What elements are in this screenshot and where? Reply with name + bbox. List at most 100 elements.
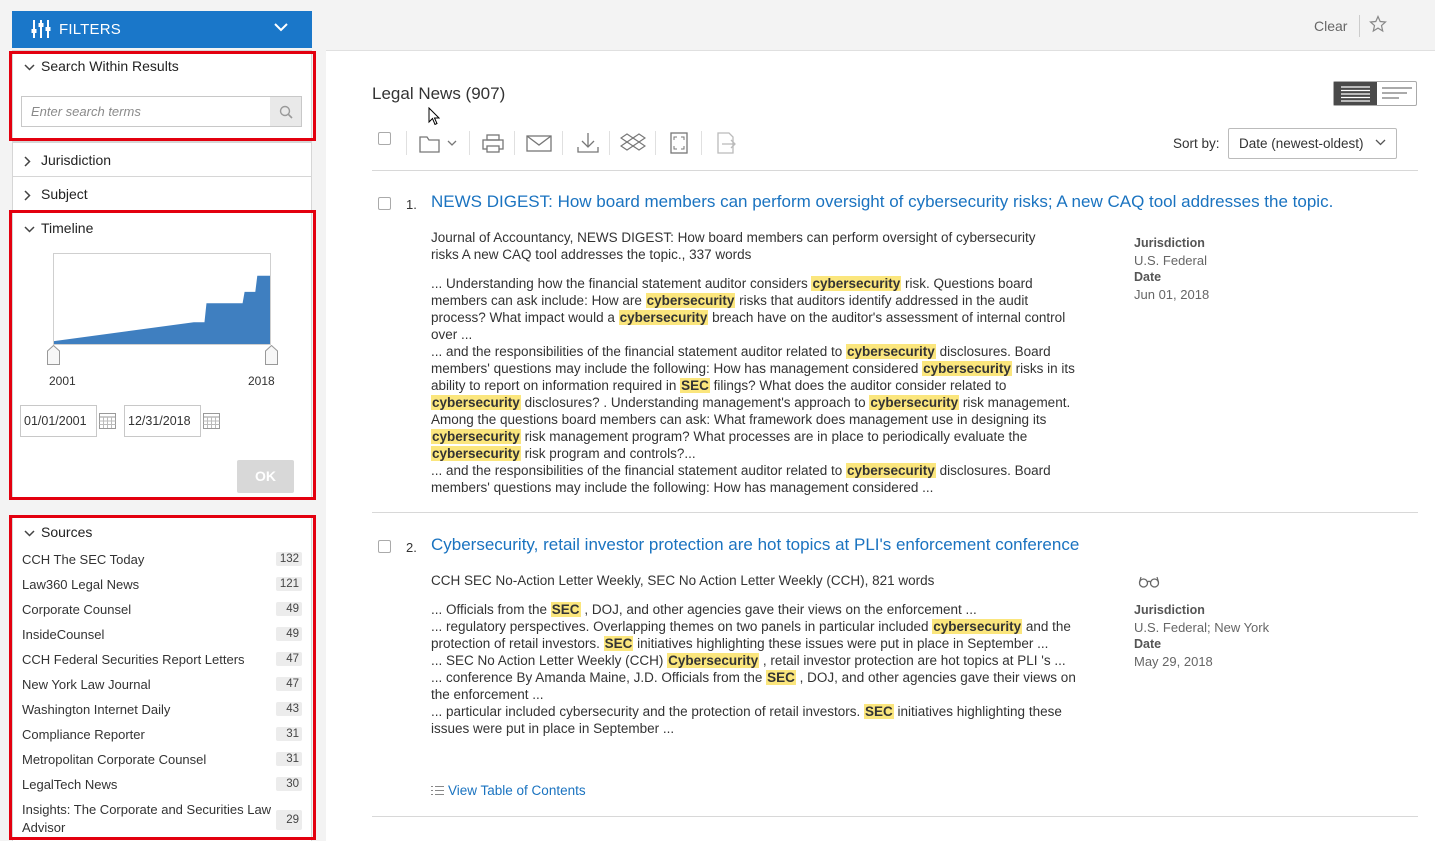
search-input[interactable] bbox=[22, 97, 270, 126]
star-icon[interactable] bbox=[1369, 15, 1387, 33]
chevron-right-icon bbox=[24, 190, 31, 201]
email-icon[interactable] bbox=[525, 130, 553, 156]
filters-toggle[interactable]: FILTERS bbox=[12, 11, 312, 48]
source-item[interactable]: Washington Internet Daily 43 bbox=[22, 702, 302, 717]
result-title-link[interactable]: NEWS DIGEST: How board members can perfo… bbox=[431, 192, 1333, 212]
jurisdiction-key: Jurisdiction bbox=[1134, 236, 1205, 250]
divider bbox=[562, 131, 563, 155]
jurisdiction-key: Jurisdiction bbox=[1134, 603, 1205, 617]
timeline-header[interactable]: Timeline bbox=[24, 220, 93, 236]
source-name: CCH Federal Securities Report Letters bbox=[22, 652, 245, 667]
result-title-link[interactable]: Cybersecurity, retail investor protectio… bbox=[431, 535, 1079, 555]
result-meta-line: risks A new CAQ tool addresses the topic… bbox=[431, 247, 752, 262]
source-item[interactable]: Metropolitan Corporate Counsel 31 bbox=[22, 752, 302, 767]
from-date-input[interactable]: 01/01/2001 bbox=[20, 405, 97, 437]
divider bbox=[701, 131, 702, 155]
list-icon bbox=[431, 786, 444, 795]
subject-label: Subject bbox=[41, 186, 88, 202]
timeline-title: Timeline bbox=[41, 220, 94, 236]
result-meta-line: Journal of Accountancy, NEWS DIGEST: How… bbox=[431, 230, 1036, 245]
chevron-down-icon bbox=[24, 64, 35, 71]
folder-icon[interactable] bbox=[418, 130, 460, 156]
jurisdiction-value: U.S. Federal; New York bbox=[1134, 620, 1270, 635]
source-item[interactable]: Compliance Reporter 31 bbox=[22, 727, 302, 742]
source-count: 43 bbox=[276, 702, 302, 716]
source-count: 121 bbox=[276, 577, 302, 591]
calendar-icon[interactable] bbox=[99, 412, 116, 429]
timeline-end-handle[interactable] bbox=[265, 345, 278, 365]
view-toc-label: View Table of Contents bbox=[448, 783, 586, 798]
search-within-header[interactable]: Search Within Results bbox=[24, 58, 179, 74]
chevron-down-icon bbox=[24, 530, 35, 537]
source-count: 31 bbox=[276, 727, 302, 741]
source-item[interactable]: CCH The SEC Today 132 bbox=[22, 552, 302, 567]
chevron-down-icon bbox=[1375, 139, 1386, 146]
filters-sidebar: FILTERS Search Within Results Jurisdicti… bbox=[0, 0, 326, 841]
result-meta: Journal of Accountancy, NEWS DIGEST: How… bbox=[431, 229, 1036, 263]
result-checkbox[interactable] bbox=[378, 540, 391, 553]
timeline-end-year: 2018 bbox=[248, 374, 275, 388]
source-name: Corporate Counsel bbox=[22, 602, 132, 617]
print-icon[interactable] bbox=[480, 130, 506, 156]
dropbox-icon[interactable] bbox=[620, 130, 646, 156]
subject-header[interactable]: Subject bbox=[24, 186, 88, 202]
source-item[interactable]: CCH Federal Securities Report Letters 47 bbox=[22, 652, 302, 667]
search-button[interactable] bbox=[270, 96, 302, 127]
timeline-area-chart bbox=[54, 275, 270, 344]
jurisdiction-label: Jurisdiction bbox=[41, 152, 112, 168]
chevron-down-icon bbox=[24, 226, 35, 233]
divider bbox=[1359, 15, 1360, 37]
view-toc-link[interactable]: View Table of Contents bbox=[431, 783, 586, 798]
source-item[interactable]: LegalTech News 30 bbox=[22, 777, 302, 792]
timeline-area bbox=[54, 275, 270, 344]
jurisdiction-header[interactable]: Jurisdiction bbox=[24, 152, 111, 168]
detail-view-button[interactable] bbox=[1377, 82, 1417, 105]
result-checkbox[interactable] bbox=[378, 197, 391, 210]
view-toggle bbox=[1333, 81, 1417, 106]
to-date-input[interactable]: 12/31/2018 bbox=[124, 405, 201, 437]
date-key: Date bbox=[1134, 637, 1162, 651]
source-item[interactable]: Law360 Legal News 121 bbox=[22, 577, 302, 592]
sources-header[interactable]: Sources bbox=[24, 524, 92, 540]
result-snippet: ... Understanding how the financial stat… bbox=[431, 276, 1075, 495]
source-item[interactable]: New York Law Journal 47 bbox=[22, 677, 302, 692]
list-view-icon bbox=[1341, 86, 1370, 102]
detail-view-icon bbox=[1382, 87, 1412, 99]
glasses-icon[interactable] bbox=[1138, 576, 1160, 588]
source-count: 47 bbox=[276, 652, 302, 666]
results-title: Legal News (907) bbox=[372, 84, 506, 103]
timeline-ok-button[interactable]: OK bbox=[237, 460, 294, 493]
search-within-title: Search Within Results bbox=[41, 58, 179, 74]
source-count: 30 bbox=[276, 777, 302, 791]
divider bbox=[514, 131, 515, 155]
top-bar: Clear bbox=[326, 0, 1435, 51]
source-item[interactable]: Corporate Counsel 49 bbox=[22, 602, 302, 617]
source-name: New York Law Journal bbox=[22, 677, 151, 692]
result-meta: CCH SEC No-Action Letter Weekly, SEC No … bbox=[431, 572, 934, 589]
list-view-button[interactable] bbox=[1334, 82, 1377, 105]
clear-link[interactable]: Clear bbox=[1314, 18, 1347, 34]
timeline-start-year: 2001 bbox=[49, 374, 76, 388]
timeline-start-handle[interactable] bbox=[47, 345, 60, 365]
export-icon[interactable] bbox=[713, 130, 739, 156]
mouse-cursor-icon bbox=[428, 107, 440, 126]
source-item[interactable]: Insights: The Corporate and Securities L… bbox=[22, 801, 302, 837]
sources-title: Sources bbox=[41, 524, 93, 540]
source-name: Insights: The Corporate and Securities L… bbox=[22, 802, 272, 835]
divider bbox=[372, 816, 1418, 817]
sort-dropdown[interactable]: Date (newest-oldest) bbox=[1228, 128, 1397, 159]
result-number: 2. bbox=[406, 540, 417, 555]
source-name: Compliance Reporter bbox=[22, 727, 145, 742]
select-all-checkbox[interactable] bbox=[378, 132, 391, 145]
search-field bbox=[21, 96, 271, 127]
calendar-icon[interactable] bbox=[203, 412, 220, 429]
result-snippet: ... Officials from the SEC , DOJ, and ot… bbox=[431, 602, 1076, 736]
download-icon[interactable] bbox=[575, 130, 601, 156]
filters-icon bbox=[31, 20, 51, 38]
fullscreen-icon[interactable] bbox=[666, 130, 692, 156]
source-count: 49 bbox=[276, 627, 302, 641]
source-name: LegalTech News bbox=[22, 777, 118, 792]
source-item[interactable]: InsideCounsel 49 bbox=[22, 627, 302, 642]
source-name: Metropolitan Corporate Counsel bbox=[22, 752, 207, 767]
divider bbox=[372, 170, 1418, 171]
